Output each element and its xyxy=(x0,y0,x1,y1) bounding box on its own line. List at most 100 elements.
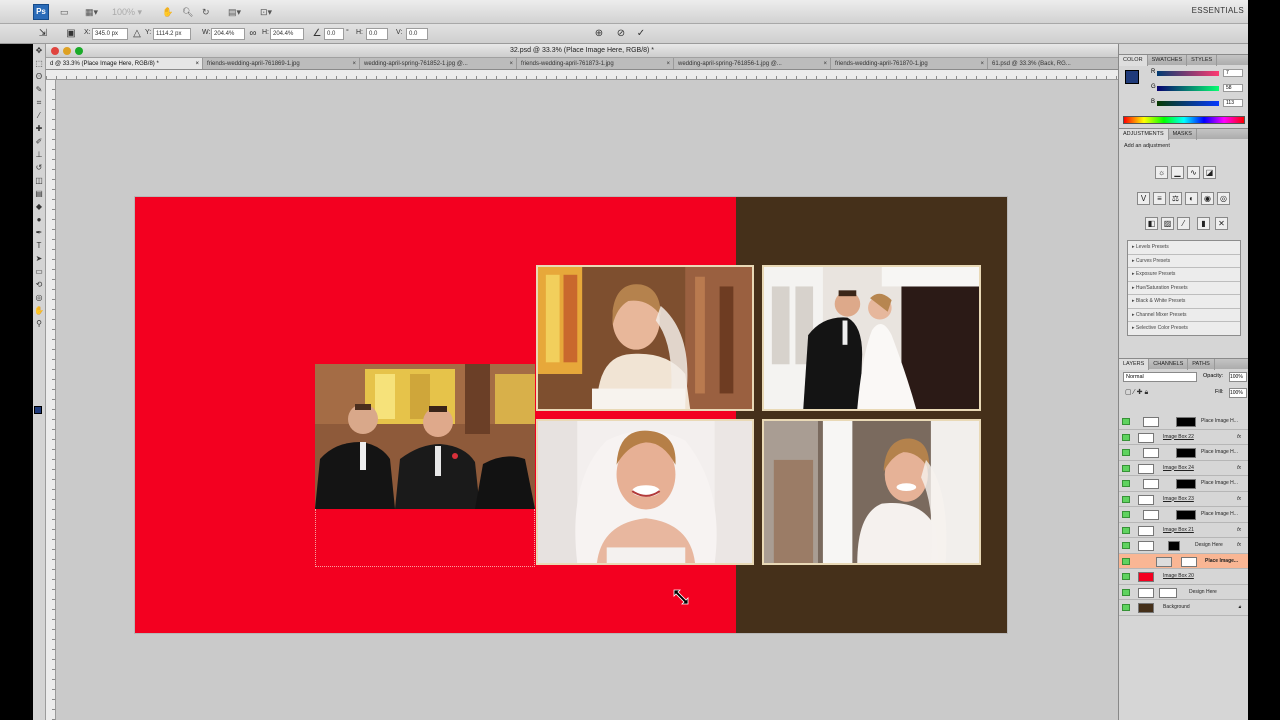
brightness-contrast-icon[interactable]: ☼ xyxy=(1155,166,1168,179)
g-slider[interactable] xyxy=(1157,86,1219,91)
photoshop-logo[interactable]: Ps xyxy=(33,4,49,20)
layer-effects-icon[interactable]: fx xyxy=(1237,430,1241,445)
layer-effects-icon[interactable]: fx xyxy=(1237,492,1241,507)
close-tab-icon[interactable]: × xyxy=(980,58,984,69)
color-spectrum[interactable] xyxy=(1123,116,1245,124)
arrange-documents-icon[interactable]: ▤▾ xyxy=(228,5,241,19)
curves-icon[interactable]: ∿ xyxy=(1187,166,1200,179)
document-tab[interactable]: friends-wedding-april-761870-1.jpg × xyxy=(831,58,988,69)
document-tab[interactable]: friends-wedding-april-761873-1.jpg × xyxy=(517,58,674,69)
groomsmen-photo[interactable] xyxy=(315,364,535,509)
tab-adjustments[interactable]: ADJUSTMENTS xyxy=(1119,129,1169,140)
blur-tool-icon[interactable]: ◆ xyxy=(34,201,45,213)
exposure-icon[interactable]: ◪ xyxy=(1203,166,1216,179)
foreground-swatch[interactable] xyxy=(1125,70,1139,84)
layer-effects-icon[interactable]: fx xyxy=(1237,538,1241,553)
stamp-tool-icon[interactable]: ⊥ xyxy=(34,149,45,161)
bridge-icon[interactable]: ▭ xyxy=(60,5,69,19)
list-item[interactable]: Black & White Presets xyxy=(1128,295,1240,309)
layer-row[interactable]: Image Box 23 fx xyxy=(1119,492,1249,507)
g-value[interactable]: 58 xyxy=(1223,84,1243,92)
y-field[interactable]: 1114.2 px xyxy=(153,28,191,40)
3d-rotate-tool-icon[interactable]: ⟲ xyxy=(34,279,45,291)
zoom-tool-icon[interactable]: ⚲ xyxy=(34,318,45,330)
layer-row[interactable]: Place Image H... xyxy=(1119,414,1249,430)
bride-column-photo[interactable] xyxy=(762,419,981,565)
fill-field[interactable]: 100% xyxy=(1229,388,1247,398)
zoom-level-icon[interactable]: 100% ▾ xyxy=(112,5,142,19)
close-tab-icon[interactable]: × xyxy=(195,58,199,69)
document-tab[interactable]: d @ 33.3% (Place Image Here, RGB/8) * × xyxy=(46,58,203,69)
bride-smiling-photo[interactable] xyxy=(536,419,754,565)
visibility-eye-icon[interactable] xyxy=(1122,464,1130,472)
zoom-tool-icon[interactable]: 🔍︎ xyxy=(182,5,193,19)
tab-paths[interactable]: PATHS xyxy=(1188,359,1215,370)
tab-swatches[interactable]: SWATCHES xyxy=(1148,55,1188,66)
3d-camera-tool-icon[interactable]: ◎ xyxy=(34,292,45,304)
commit-transform-icon[interactable]: ✓ xyxy=(634,27,648,41)
dodge-tool-icon[interactable]: ● xyxy=(34,214,45,226)
selective-color-icon[interactable]: ✕ xyxy=(1215,217,1228,230)
document-tab[interactable]: 61.psd @ 33.3% (Back, RG...× xyxy=(988,58,1118,69)
lock-icons[interactable]: ▢ ⁄ ✚ 🔒︎ xyxy=(1125,388,1148,397)
eyedropper-tool-icon[interactable]: ⁄ xyxy=(34,110,45,122)
document-tab[interactable]: friends-wedding-april-761869-1.jpg × xyxy=(203,58,360,69)
layer-effects-icon[interactable]: fx xyxy=(1237,523,1241,538)
close-tab-icon[interactable]: × xyxy=(666,58,670,69)
path-select-tool-icon[interactable]: ➤ xyxy=(34,253,45,265)
cancel-transform-icon[interactable]: ⊘ xyxy=(614,27,628,41)
layer-row[interactable]: Image Box 22 fx xyxy=(1119,430,1249,445)
visibility-eye-icon[interactable] xyxy=(1122,604,1130,611)
angle-field[interactable]: 0.0 xyxy=(324,28,344,40)
couple-kiss-photo[interactable] xyxy=(762,265,981,411)
close-window-icon[interactable] xyxy=(51,47,59,55)
levels-icon[interactable]: ▁ xyxy=(1171,166,1184,179)
crop-tool-icon[interactable]: ⌗ xyxy=(34,97,45,109)
v-skew-field[interactable]: 0.0 xyxy=(406,28,428,40)
opacity-field[interactable]: 100% xyxy=(1229,372,1247,382)
tab-layers[interactable]: LAYERS xyxy=(1119,359,1150,370)
visibility-eye-icon[interactable] xyxy=(1122,526,1130,534)
visibility-eye-icon[interactable] xyxy=(1122,418,1130,425)
list-item[interactable]: Levels Presets xyxy=(1128,241,1240,255)
gradient-tool-icon[interactable]: ▤ xyxy=(34,188,45,200)
layer-row[interactable]: Image Box 24 fx xyxy=(1119,461,1249,476)
link-icon[interactable]: ∞ xyxy=(246,27,260,41)
lasso-tool-icon[interactable]: ʘ xyxy=(34,71,45,83)
r-value[interactable]: 7 xyxy=(1223,69,1243,77)
rotate-view-icon[interactable]: ↻ xyxy=(202,5,210,19)
list-item[interactable]: Channel Mixer Presets xyxy=(1128,309,1240,322)
hand-tool-icon[interactable]: ✋ xyxy=(162,5,173,19)
tab-masks[interactable]: MASKS xyxy=(1169,129,1197,140)
layer-row[interactable]: Place Image H... xyxy=(1119,476,1249,492)
tab-color[interactable]: COLOR xyxy=(1119,55,1148,66)
gradient-map-icon[interactable]: ▮ xyxy=(1197,217,1210,230)
move-tool-icon[interactable]: ⇲ xyxy=(36,27,50,41)
zoom-window-icon[interactable] xyxy=(75,47,83,55)
visibility-eye-icon[interactable] xyxy=(1122,542,1130,549)
view-extras-icon[interactable]: ▦▾ xyxy=(85,5,98,19)
list-item[interactable]: Selective Color Presets xyxy=(1128,322,1240,336)
close-tab-icon[interactable]: × xyxy=(352,58,356,69)
layer-row[interactable]: Design Here xyxy=(1119,585,1249,600)
visibility-eye-icon[interactable] xyxy=(1122,480,1130,487)
color-balance-icon[interactable]: ⚖ xyxy=(1169,192,1182,205)
vertical-ruler[interactable] xyxy=(46,80,56,720)
channel-mixer-icon[interactable]: ◎ xyxy=(1217,192,1230,205)
screen-mode-icon[interactable]: ⊡▾ xyxy=(260,5,272,19)
bride-window-photo[interactable] xyxy=(536,265,754,411)
pen-tool-icon[interactable]: ✒ xyxy=(34,227,45,239)
b-value[interactable]: 113 xyxy=(1223,99,1243,107)
quick-select-tool-icon[interactable]: ✎ xyxy=(34,84,45,96)
layer-row-selected[interactable]: Place Image... xyxy=(1119,553,1249,569)
photo-filter-icon[interactable]: ◉ xyxy=(1201,192,1214,205)
document-tab[interactable]: wedding-april-spring-761856-1.jpg @... × xyxy=(674,58,831,69)
threshold-icon[interactable]: ⁄ xyxy=(1177,217,1190,230)
height-field[interactable]: 204.4% xyxy=(270,28,304,40)
posterize-icon[interactable]: ▨ xyxy=(1161,217,1174,230)
visibility-eye-icon[interactable] xyxy=(1122,433,1130,441)
close-tab-icon[interactable]: × xyxy=(823,58,827,69)
foreground-color-swatch[interactable] xyxy=(34,406,42,414)
visibility-eye-icon[interactable] xyxy=(1122,557,1130,565)
layer-row[interactable]: Design Here fx xyxy=(1119,538,1249,554)
